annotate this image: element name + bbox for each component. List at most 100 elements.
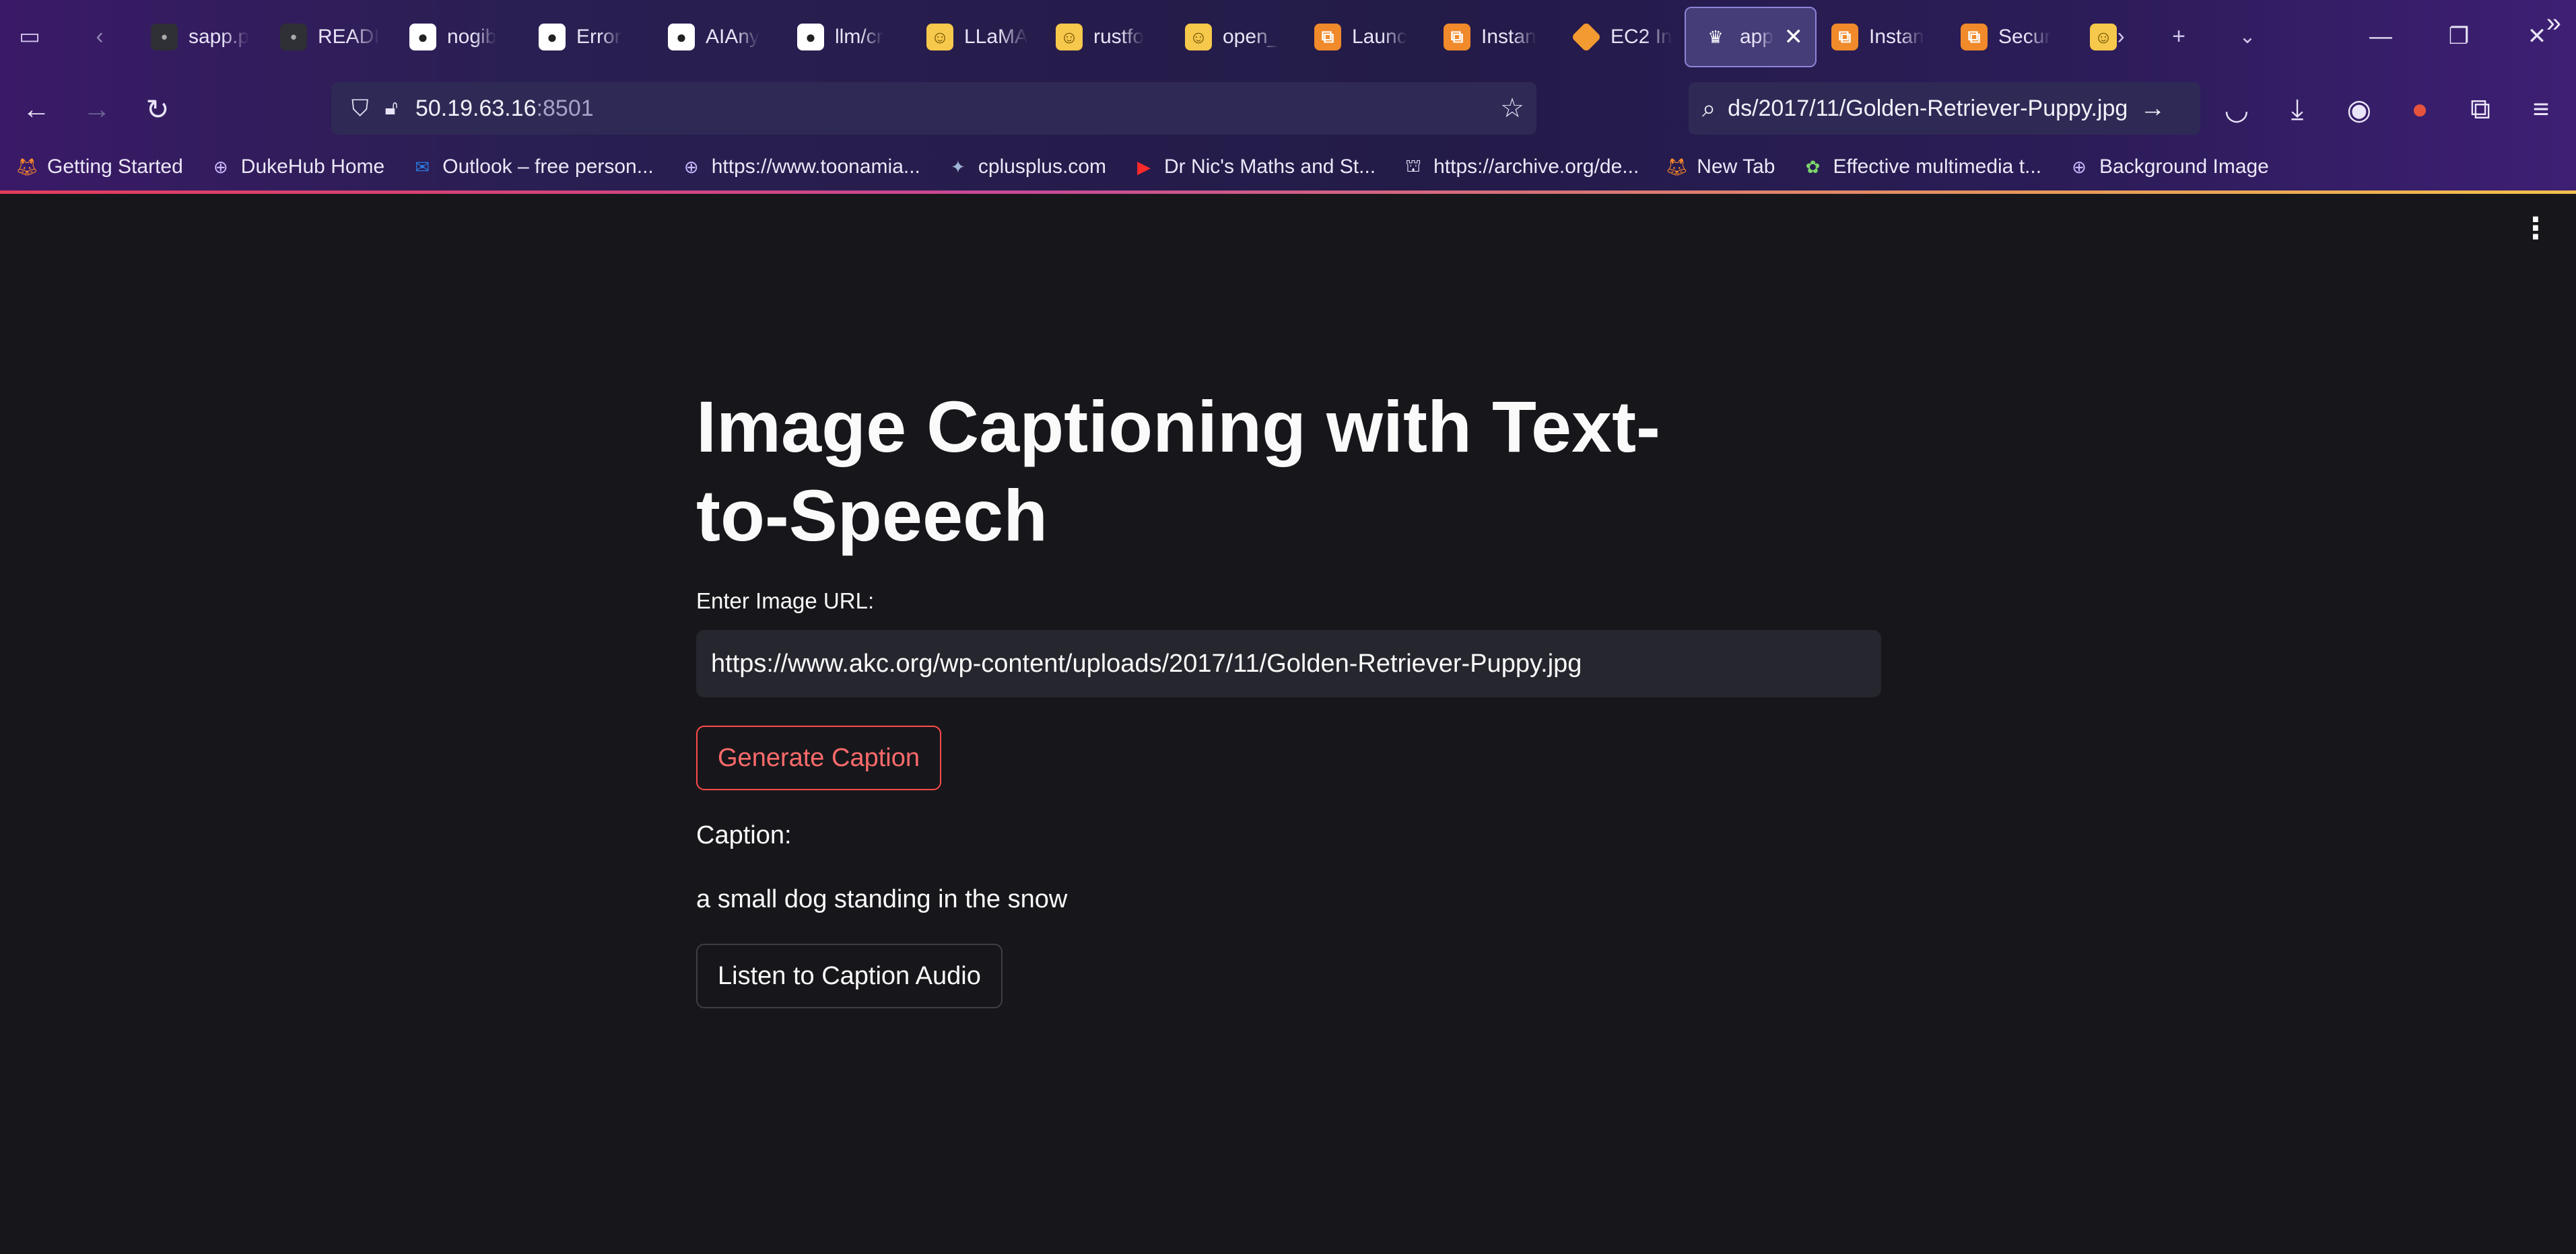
dark-favicon: • [280,24,307,50]
github-icon: ● [409,24,436,50]
list-all-tabs-icon[interactable]: ⌄ [2226,15,2269,58]
tab-9[interactable]: ⧉ Launc [1298,8,1427,66]
insecure-lock-icon[interactable]: 🔓︎ [385,97,398,120]
shield-icon[interactable]: ⛉ [351,96,369,122]
bookmark-item[interactable]: 🦊︎ Getting Started [15,155,183,179]
navigation-bar: ← → ↻ ⛉ 🔓︎ 50.19.63.16 :8501 ☆ ⌕ ds/2017… [0,73,2576,144]
pocket-icon[interactable]: ◡ [2216,89,2257,129]
tab-11[interactable]: EC2 In [1557,8,1686,66]
listen-caption-audio-button[interactable]: Listen to Caption Audio [696,944,1003,1008]
account-icon[interactable]: ◉ [2339,89,2379,129]
tab-label: Launc [1352,26,1407,48]
extensions-icon[interactable]: ⧉ [2460,89,2501,129]
tab-10[interactable]: ⧉ Instan [1427,8,1557,66]
search-bar[interactable]: ⌕ ds/2017/11/Golden-Retriever-Puppy.jpg … [1689,82,2200,135]
tab-label: open_ [1223,26,1279,48]
tab-7[interactable]: ☺ rustfo [1040,8,1169,66]
go-arrow-icon[interactable]: → [2140,94,2165,123]
github-icon: ● [539,24,566,50]
new-tab-icon[interactable]: + [2157,15,2200,58]
restore-icon[interactable]: ❐ [2420,0,2498,73]
tab-label: llm/cr [835,26,883,48]
more-bookmarks-icon[interactable]: » [2546,8,2561,38]
reload-icon[interactable]: ↻ [137,89,178,129]
address-bar[interactable]: ⛉ 🔓︎ 50.19.63.16 :8501 ☆ [331,82,1536,135]
bookmark-item[interactable]: 🦊︎ New Tab [1664,155,1775,179]
close-window-icon[interactable]: ✕ [2498,0,2576,73]
search-text: ds/2017/11/Golden-Retriever-Puppy.jpg [1728,95,2128,121]
tab-label: EC2 In [1611,26,1672,48]
bookmark-label: DukeHub Home [240,155,385,178]
bookmark-item[interactable]: ✦ cplusplus.com [946,155,1106,179]
bookmark-label: Background Image [2099,155,2269,178]
window-controls: — ❐ ✕ [2342,0,2576,73]
tab-12[interactable]: ♛ app ✕ [1685,7,1817,67]
caption-label: Caption: [696,821,792,849]
tab-13[interactable]: ⧉ Instan [1815,8,1944,66]
aws-icon: ⧉ [1961,24,1988,50]
github-icon: ● [668,24,695,50]
huggingface-icon: ☺ [1056,24,1083,50]
back-icon[interactable]: ← [16,89,57,129]
tab-label: LLaMA [964,26,1029,48]
tab-6[interactable]: ☺ LLaMA [910,8,1040,66]
tab-4[interactable]: ● AIAny [652,8,781,66]
minimize-icon[interactable]: — [2342,0,2420,73]
dark-favicon: • [151,24,178,50]
tab-14[interactable]: ⧉ Secur [1944,8,2074,66]
forward-icon[interactable]: → [77,89,117,129]
globe-icon: ⊕ [213,156,228,177]
aws-icon: ⧉ [1314,24,1341,50]
extension-tomato-icon[interactable]: ● [2400,89,2440,129]
colorful-icon: ✿ [1805,156,1821,177]
scroll-tabs-left-icon[interactable]: ‹ [78,15,121,58]
image-url-label: Enter Image URL: [696,588,875,613]
bookmark-item[interactable]: ⊕ https://www.toonamia... [679,155,920,179]
tabs-list: • sapp.p • READI ● nogib ● Error ● AIAny ● llm/cr ☺ L… [135,7,2203,67]
bookmark-label: cplusplus.com [978,155,1106,178]
firefox-icon: 🦊︎ [15,156,38,177]
tab-2[interactable]: ● nogib [393,8,522,66]
tab-label: nogib [447,26,497,48]
app-menu-icon[interactable]: ⋮ [2521,214,2550,244]
tab-1[interactable]: • READI [264,8,393,66]
archive-icon: ⛫ [1405,155,1422,176]
tab-label: Instan [1869,26,1924,48]
firefox-view-icon[interactable]: ▭ [8,15,51,58]
globe-icon: ⊕ [683,156,699,177]
tab-8[interactable]: ☺ open_ [1169,8,1298,66]
bookmark-item[interactable]: ⛫ https://archive.org/de... [1401,155,1639,179]
bookmark-item[interactable]: ⊕ Background Image [2067,155,2269,179]
tab-0[interactable]: • sapp.p [135,8,264,66]
page-title: Image Captioning with Text-to-Speech [696,386,1661,556]
scroll-tabs-right-icon[interactable]: › [2099,15,2142,58]
bookmark-label: https://archive.org/de... [1433,155,1639,178]
close-tab-icon[interactable]: ✕ [1784,24,1804,50]
tab-label: rustfo [1093,26,1145,48]
tab-label: AIAny [706,26,760,48]
tab-5[interactable]: ● llm/cr [781,8,910,66]
bookmark-label: Getting Started [47,155,183,178]
tab-label: app [1740,26,1774,48]
huggingface-icon: ☺ [1185,24,1212,50]
streamlit-icon: ♛ [1707,26,1724,47]
menu-icon[interactable]: ≡ [2521,89,2561,129]
bookmark-item[interactable]: ✿ Effective multimedia t... [1800,155,2041,179]
tab-label: Instan [1481,26,1536,48]
bookmark-item[interactable]: ⊕ DukeHub Home [209,155,384,179]
generate-caption-button[interactable]: Generate Caption [696,726,941,790]
tab-strip: ▭ ‹ • sapp.p • READI ● nogib ● Error ● AIAny ● llm/… [0,0,2576,73]
url-port: :8501 [536,95,594,121]
streamlit-app: ⋮ Image Captioning with Text-to-Speech E… [0,194,2576,1254]
bookmark-item[interactable]: ▶ Dr Nic's Maths and St... [1132,155,1376,179]
downloads-icon[interactable]: ⤓ [2277,89,2317,129]
tab-label: sapp.p [189,26,250,48]
bookmark-item[interactable]: ✉ Outlook – free person... [410,155,653,179]
github-icon: ● [797,24,824,50]
tab-3[interactable]: ● Error [522,8,652,66]
bookmarks-bar: 🦊︎ Getting Started ⊕ DukeHub Home ✉ Outlook –… [0,144,2576,190]
bookmark-star-icon[interactable]: ☆ [1500,93,1524,124]
tab-label: READI [318,26,380,48]
image-url-input[interactable] [696,630,1881,697]
search-icon: ⌕ [1702,94,1716,122]
